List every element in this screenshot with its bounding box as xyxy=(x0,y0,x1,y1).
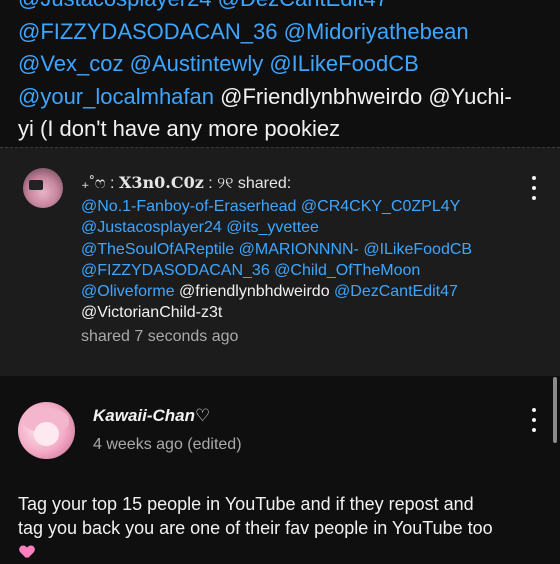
mention-link[interactable]: @Vex_coz @Austintewly @ILikeFoodCB xyxy=(18,51,419,76)
mention-link[interactable]: @Justacosplayer24 @DezCantEdit47 xyxy=(18,0,388,11)
mention-link[interactable]: @DezCantEdit47 xyxy=(334,283,458,300)
mention-link[interactable]: @Justacosplayer24 @its_yvettee xyxy=(81,219,319,236)
mention-link[interactable]: @Oliveforme xyxy=(81,283,175,300)
text-line: @No.1-Fanboy-of-Eraserhead @CR4CKY_C0ZPL… xyxy=(81,196,472,217)
shared-author-name[interactable]: X3n0.C0z xyxy=(119,173,204,192)
comment-author-avatar[interactable] xyxy=(18,402,75,459)
shared-label: : ୨୧ shared: xyxy=(203,175,292,192)
mention-link[interactable]: @No.1-Fanboy-of-Eraserhead @CR4CKY_C0ZPL… xyxy=(81,198,460,215)
text-line: @Justacosplayer24 @its_yvettee xyxy=(81,217,472,238)
scrollbar[interactable] xyxy=(553,377,557,443)
comment-text-line: Tag your top 15 people in YouTube and if… xyxy=(18,494,474,514)
shared-post-body: @No.1-Fanboy-of-Eraserhead @CR4CKY_C0ZPL… xyxy=(81,196,472,324)
text-segment: yi (I don't have any more pookiez xyxy=(18,116,341,141)
heart-icon xyxy=(20,546,34,559)
text-line: @Oliveforme @friendlynbhdweirdo @DezCant… xyxy=(81,281,472,302)
text-line: @VictorianChild-z3t xyxy=(81,302,472,323)
mention-link[interactable]: @TheSoulOfAReptile @MARIONNNN- @ILikeFoo… xyxy=(81,241,472,258)
shared-timestamp: shared 7 seconds ago xyxy=(81,328,239,345)
shared-author-prefix: ₊˚ෆ : xyxy=(81,175,119,192)
text-line: @FIZZYDASODACAN_36 @Child_OfTheMoon xyxy=(81,260,472,281)
text-segment: @friendlynbhdweirdo xyxy=(174,283,335,301)
text-line: @TheSoulOfAReptile @MARIONNNN- @ILikeFoo… xyxy=(81,239,472,260)
top-post-text: @Justacosplayer24 @DezCantEdit47 @FIZZYDA… xyxy=(18,0,546,146)
shared-post-header: ₊˚ෆ : X3n0.C0z : ୨୧ shared: xyxy=(81,173,291,193)
text-line: @Justacosplayer24 @DezCantEdit47 xyxy=(18,0,546,16)
text-line: yi (I don't have any more pookiez xyxy=(18,113,546,146)
mention-link[interactable]: @FIZZYDASODACAN_36 @Child_OfTheMoon xyxy=(81,262,420,279)
shared-author-avatar[interactable] xyxy=(23,168,63,208)
text-line: @your_localmhafan @Friendlynbhweirdo @Yu… xyxy=(18,81,546,114)
comment-text: Tag your top 15 people in YouTube and if… xyxy=(18,492,548,564)
comment: Kawaii-Chan♡ 4 weeks ago (edited) Tag yo… xyxy=(0,375,560,560)
text-segment: @VictorianChild-z3t xyxy=(81,304,223,322)
mention-link[interactable]: @your_localmhafan xyxy=(18,84,214,109)
shared-post[interactable]: ₊˚ෆ : X3n0.C0z : ୨୧ shared: @No.1-Fanboy… xyxy=(0,147,560,376)
mention-link[interactable]: @FIZZYDASODACAN_36 @Midoriyathebean xyxy=(18,19,469,44)
text-line: @FIZZYDASODACAN_36 @Midoriyathebean xyxy=(18,16,546,49)
text-segment: @Friendlynbhweirdo @Yuchi- xyxy=(214,83,512,109)
text-line: @Vex_coz @Austintewly @ILikeFoodCB xyxy=(18,48,546,81)
shared-post-menu-icon[interactable] xyxy=(530,176,538,200)
comment-text-line: tag you back you are one of their fav pe… xyxy=(18,518,493,538)
comment-menu-icon[interactable] xyxy=(530,408,538,432)
comment-author-name[interactable]: Kawaii-Chan♡ xyxy=(93,406,210,426)
comment-timestamp: 4 weeks ago (edited) xyxy=(93,436,242,453)
